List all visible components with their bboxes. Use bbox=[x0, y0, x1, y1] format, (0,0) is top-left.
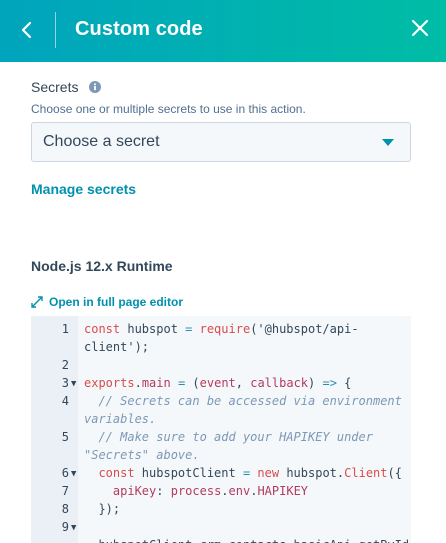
code-text: // Secrets can be accessed via environme… bbox=[84, 394, 402, 408]
code-line: 4 // Secrets can be accessed via environ… bbox=[31, 392, 411, 410]
secrets-label: Secrets bbox=[31, 79, 79, 95]
secret-select-value: Choose a secret bbox=[43, 133, 160, 150]
line-number: 9 bbox=[61, 520, 69, 534]
fold-toggle-icon[interactable]: ▼ bbox=[71, 465, 76, 483]
line-number: 5 bbox=[61, 430, 69, 444]
line-number: 4 bbox=[61, 394, 69, 408]
caret-down-icon bbox=[382, 139, 394, 146]
close-button[interactable] bbox=[405, 13, 435, 43]
code-line: variables. bbox=[31, 410, 411, 428]
code-line: 8 }); bbox=[31, 500, 411, 518]
fold-toggle-icon[interactable]: ▼ bbox=[71, 375, 76, 393]
code-editor[interactable]: 1 const hubspot = require('@hubspot/api-c… bbox=[31, 316, 411, 543]
open-full-editor-label: Open in full page editor bbox=[49, 295, 184, 309]
code-text: const hubspotClient = new hubspot.Client… bbox=[98, 466, 402, 480]
manage-secrets-link[interactable]: Manage secrets bbox=[31, 181, 136, 197]
code-line: 2 bbox=[31, 356, 411, 374]
code-line: 5 // Make sure to add your HAPIKEY under bbox=[31, 428, 411, 446]
code-line: client'); bbox=[31, 338, 411, 356]
line-number: 1 bbox=[61, 322, 69, 336]
code-text: variables. bbox=[84, 412, 157, 426]
secrets-label-row: Secrets bbox=[31, 79, 102, 95]
line-number: 8 bbox=[61, 502, 69, 516]
code-line: 3 ▼ exports.main = (event, callback) => { bbox=[31, 374, 411, 392]
code-text: hubspotClient.crm.contacts.basicApi.getB… bbox=[84, 536, 409, 543]
back-button[interactable] bbox=[13, 16, 41, 44]
code-line: 9 ▼ bbox=[31, 518, 411, 536]
expand-icon bbox=[31, 296, 43, 308]
line-number: 2 bbox=[61, 358, 69, 372]
fold-toggle-icon[interactable]: ▼ bbox=[71, 519, 76, 537]
line-number: 3 bbox=[61, 376, 69, 390]
code-line: "Secrets" above. bbox=[31, 446, 411, 464]
code-line: 1 const hubspot = require('@hubspot/api- bbox=[31, 320, 411, 338]
info-icon[interactable] bbox=[89, 81, 102, 93]
chevron-left-icon bbox=[21, 21, 32, 39]
header-divider bbox=[55, 12, 56, 48]
code-text: "Secrets" above. bbox=[84, 448, 200, 462]
runtime-label: Node.js 12.x Runtime bbox=[31, 258, 173, 274]
code-line: 6 ▼ const hubspotClient = new hubspot.Cli… bbox=[31, 464, 411, 482]
close-icon bbox=[411, 19, 429, 37]
code-line: hubspotClient.crm.contacts.basicApi.getB… bbox=[31, 536, 411, 543]
code-text: exports.main = (event, callback) => { bbox=[84, 376, 352, 390]
panel-title: Custom code bbox=[75, 18, 203, 40]
code-text: apiKey: process.env.HAPIKEY bbox=[112, 484, 309, 498]
code-text: }); bbox=[84, 502, 121, 516]
open-full-editor-link[interactable]: Open in full page editor bbox=[31, 295, 183, 309]
code-text: const hubspot = require('@hubspot/api- bbox=[84, 322, 359, 336]
secret-select[interactable]: Choose a secret bbox=[31, 122, 411, 162]
code-text: client'); bbox=[84, 340, 150, 354]
code-text: // Make sure to add your HAPIKEY under bbox=[84, 430, 373, 444]
line-number: 7 bbox=[61, 484, 69, 498]
line-number: 6 bbox=[61, 466, 69, 480]
panel-header: Custom code bbox=[0, 0, 446, 62]
code-line: 7 apiKey: process.env.HAPIKEY bbox=[31, 482, 411, 500]
secrets-help-text: Choose one or multiple secrets to use in… bbox=[31, 102, 306, 116]
